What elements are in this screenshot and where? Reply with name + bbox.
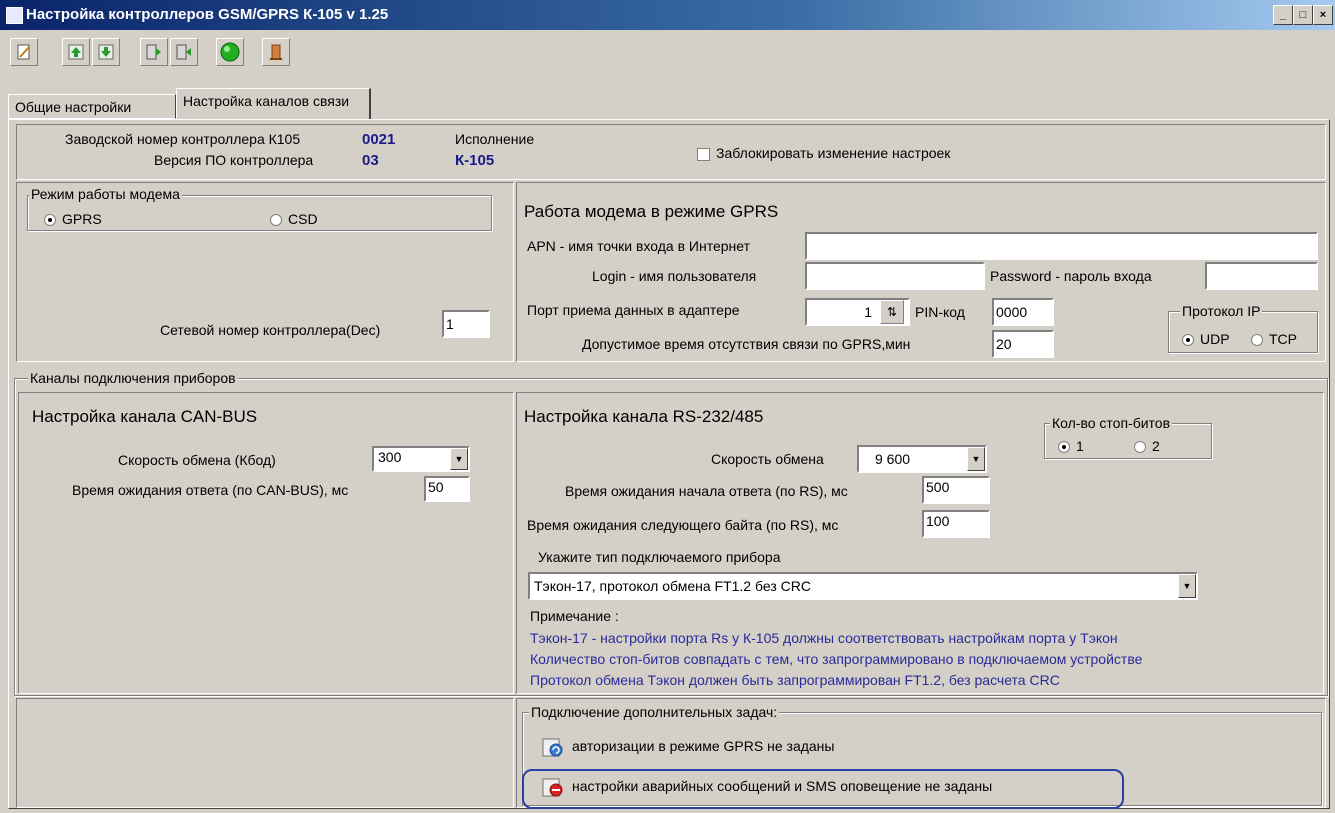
firmware-value: 03 — [362, 152, 379, 169]
gprs-timeout-label: Допустимое время отсутствия связи по GPR… — [582, 336, 911, 352]
read-device-icon[interactable] — [140, 38, 168, 66]
rs-title: Настройка канала RS-232/485 — [524, 407, 764, 426]
password-input[interactable] — [1205, 262, 1318, 290]
lock-settings-checkbox[interactable]: Заблокировать изменение настроек — [697, 145, 950, 161]
write-device-icon[interactable] — [170, 38, 198, 66]
gprs-timeout-input[interactable]: 20 — [992, 330, 1054, 358]
apn-label: APN - имя точки входа в Интернет — [527, 238, 751, 254]
radio-csd-dot[interactable] — [270, 214, 282, 227]
auth-settings-icon[interactable] — [542, 736, 564, 761]
radio-stopbits-2-dot[interactable] — [1134, 441, 1146, 454]
can-timeout-label: Время ожидания ответа (по CAN-BUS), мс — [72, 482, 349, 498]
bottom-left-panel — [16, 698, 514, 808]
alarm-settings-icon[interactable] — [542, 776, 564, 801]
rs-speed-label: Скорость обмена — [711, 451, 824, 467]
radio-udp-dot[interactable] — [1182, 334, 1194, 347]
port-spinner-value: 1 — [864, 304, 872, 320]
radio-tcp-dot[interactable] — [1251, 334, 1263, 347]
login-input[interactable] — [805, 262, 985, 290]
chevron-down-icon[interactable]: ▼ — [450, 448, 468, 470]
rs-start-timeout-label: Время ожидания начала ответа (по RS), мс — [565, 483, 848, 499]
auth-status-label: авторизации в режиме GPRS не заданы — [572, 738, 835, 754]
chevron-down-icon[interactable]: ▼ — [1178, 574, 1196, 598]
maximize-button[interactable]: □ — [1293, 5, 1313, 25]
can-speed-value: 300 — [378, 449, 402, 465]
extra-tasks-group-label: Подключение дополнительных задач: — [529, 704, 780, 720]
radio-gprs[interactable]: GPRS — [44, 211, 102, 227]
variant-label: Исполнение — [455, 131, 535, 147]
lock-checkbox-box[interactable] — [697, 147, 710, 161]
device-type-label: Укажите тип подключаемого прибора — [538, 549, 781, 565]
rs-speed-value: 9 600 — [875, 451, 911, 467]
radio-gprs-dot[interactable] — [44, 214, 56, 227]
device-type-value: Тэкон-17, протокол обмена FT1.2 без CRC — [534, 578, 811, 594]
radio-csd-label: CSD — [288, 211, 318, 227]
can-title: Настройка канала CAN-BUS — [32, 407, 258, 426]
port-spinner-arrows-icon[interactable]: ⇅ — [880, 300, 904, 324]
chevron-down-icon[interactable]: ▼ — [967, 447, 985, 471]
connect-status-icon[interactable] — [216, 38, 244, 66]
firmware-label: Версия ПО контроллера — [154, 152, 314, 168]
note-line-3: Протокол обмена Тэкон должен быть запрог… — [530, 672, 1060, 688]
can-timeout-input[interactable]: 50 — [424, 476, 470, 502]
radio-stopbits-1[interactable]: 1 — [1058, 438, 1084, 454]
password-label: Password - пароль входа — [990, 268, 1152, 284]
radio-stopbits-1-dot[interactable] — [1058, 441, 1070, 454]
app-icon — [6, 7, 23, 24]
note-line-1: Тэкон-17 - настройки порта Rs у К-105 до… — [530, 630, 1118, 646]
net-number-input[interactable]: 1 — [442, 310, 490, 338]
note-line-2: Количество стоп-битов совпадать с тем, ч… — [530, 651, 1143, 667]
pin-input[interactable]: 0000 — [992, 298, 1054, 326]
radio-csd[interactable]: CSD — [270, 211, 318, 227]
can-speed-select[interactable]: 300 ▼ — [372, 446, 470, 472]
radio-udp-label: UDP — [1200, 331, 1230, 347]
variant-value: К-105 — [455, 152, 495, 169]
can-speed-label: Скорость обмена (Кбод) — [118, 452, 276, 468]
rs-byte-timeout-input[interactable]: 100 — [922, 510, 990, 538]
radio-tcp[interactable]: TCP — [1251, 331, 1297, 347]
arrow-down-icon[interactable] — [92, 38, 120, 66]
net-number-label: Сетевой номер контроллера(Dec) — [160, 322, 381, 338]
note-label: Примечание : — [530, 608, 619, 624]
tab-general[interactable]: Общие настройки — [8, 94, 176, 119]
device-type-select[interactable]: Тэкон-17, протокол обмена FT1.2 без CRC … — [528, 572, 1198, 600]
lock-checkbox-label: Заблокировать изменение настроек — [716, 145, 951, 161]
arrow-up-icon[interactable] — [62, 38, 90, 66]
radio-stopbits-1-label: 1 — [1076, 438, 1084, 454]
gprs-title: Работа модема в режиме GPRS — [524, 202, 779, 221]
rs-byte-timeout-label: Время ожидания следующего байта (по RS),… — [527, 517, 839, 533]
minimize-button[interactable]: _ — [1273, 5, 1293, 25]
radio-udp[interactable]: UDP — [1182, 331, 1230, 347]
login-label: Login - имя пользователя — [592, 268, 757, 284]
serial-label: Заводской номер контроллера К105 — [65, 131, 301, 147]
channels-group-label: Каналы подключения приборов — [28, 370, 238, 386]
alarm-status-label: настройки аварийных сообщений и SMS опов… — [572, 778, 993, 794]
modem-mode-group-label: Режим работы модема — [29, 186, 182, 202]
exit-icon[interactable] — [262, 38, 290, 66]
tab-channels[interactable]: Настройка каналов связи — [176, 88, 371, 120]
radio-gprs-label: GPRS — [62, 211, 102, 227]
window-title: Настройка контроллеров GSM/GPRS К-105 v … — [26, 6, 389, 23]
edit-icon[interactable] — [10, 38, 38, 66]
radio-stopbits-2-label: 2 — [1152, 438, 1160, 454]
can-panel — [18, 392, 514, 694]
close-button[interactable]: × — [1313, 5, 1333, 25]
serial-value: 0021 — [362, 131, 396, 148]
apn-input[interactable] — [805, 232, 1318, 260]
stopbits-group-label: Кол-во стоп-битов — [1050, 415, 1173, 431]
rs-speed-select[interactable]: 9 600 ▼ — [857, 445, 987, 473]
port-label: Порт приема данных в адаптере — [527, 302, 740, 318]
pin-label: PIN-код — [915, 304, 965, 320]
radio-tcp-label: TCP — [1269, 331, 1297, 347]
rs-start-timeout-input[interactable]: 500 — [922, 476, 990, 504]
radio-stopbits-2[interactable]: 2 — [1134, 438, 1160, 454]
ip-protocol-group-label: Протокол IP — [1180, 303, 1263, 319]
